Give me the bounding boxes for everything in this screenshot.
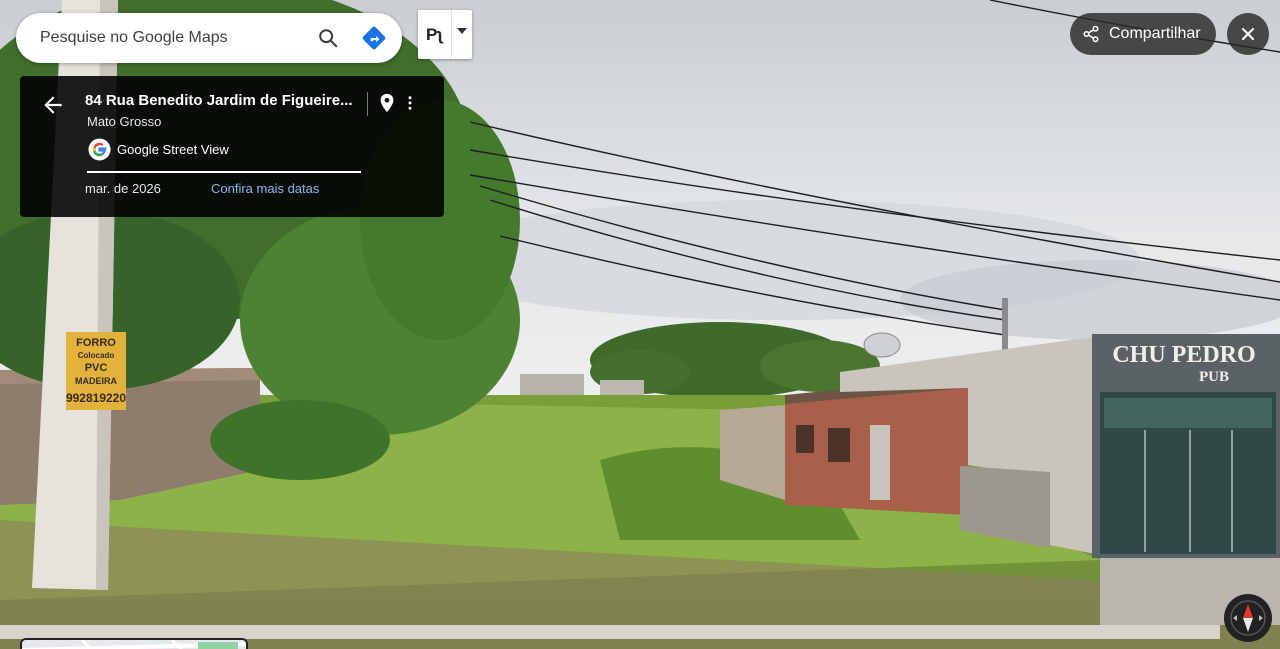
storefront-sign-name: CHU PEDRO [1112, 342, 1255, 368]
pole-sign-line-4: MADEIRA [75, 376, 117, 386]
chevron-down-icon [457, 28, 467, 34]
search-icon [319, 29, 338, 48]
search-button[interactable] [308, 18, 348, 58]
region-label: Mato Grosso [87, 114, 162, 129]
search-input[interactable]: Pesquise no Google Maps [40, 29, 308, 47]
share-button[interactable]: Compartilhar [1070, 13, 1216, 55]
address-title[interactable]: 84 Rua Benedito Jardim de Figueire... [85, 92, 353, 109]
storefront-sign-sub: PUB [1199, 369, 1229, 385]
pole-sign-line-2: Colocado [78, 351, 115, 360]
close-button[interactable] [1227, 13, 1269, 55]
pole-sign-line-1: FORRO [76, 337, 116, 349]
pole-sign-line-5: 992819220 [66, 391, 126, 405]
arrow-back-icon[interactable] [40, 92, 66, 118]
pegman-dropdown[interactable] [452, 10, 472, 59]
directions-icon [362, 26, 386, 50]
location-info-card: 84 Rua Benedito Jardim de Figueire... Ma… [20, 76, 444, 217]
compass[interactable] [1224, 594, 1272, 642]
search-box[interactable]: Pesquise no Google Maps [16, 13, 402, 63]
minimap[interactable] [20, 638, 248, 649]
minimap-image [22, 640, 246, 649]
pole-sign-line-3: PVC [85, 362, 108, 374]
compass-icon [1230, 600, 1266, 636]
more-vert-icon[interactable] [401, 91, 419, 115]
directions-button[interactable] [354, 18, 394, 58]
location-pin-icon[interactable] [376, 91, 398, 115]
capture-date: mar. de 2026 [85, 181, 161, 196]
divider [367, 92, 368, 116]
google-logo-icon [88, 138, 111, 161]
imagery-source: Google Street View [117, 142, 229, 157]
pegman-toggle[interactable]: Pʅ [418, 10, 472, 59]
share-icon [1083, 25, 1099, 43]
share-label: Compartilhar [1109, 25, 1201, 42]
close-icon [1241, 27, 1255, 41]
see-more-dates-link[interactable]: Confira mais datas [211, 181, 319, 196]
source-underline [87, 171, 361, 173]
pegman-button[interactable]: Pʅ [418, 10, 452, 59]
